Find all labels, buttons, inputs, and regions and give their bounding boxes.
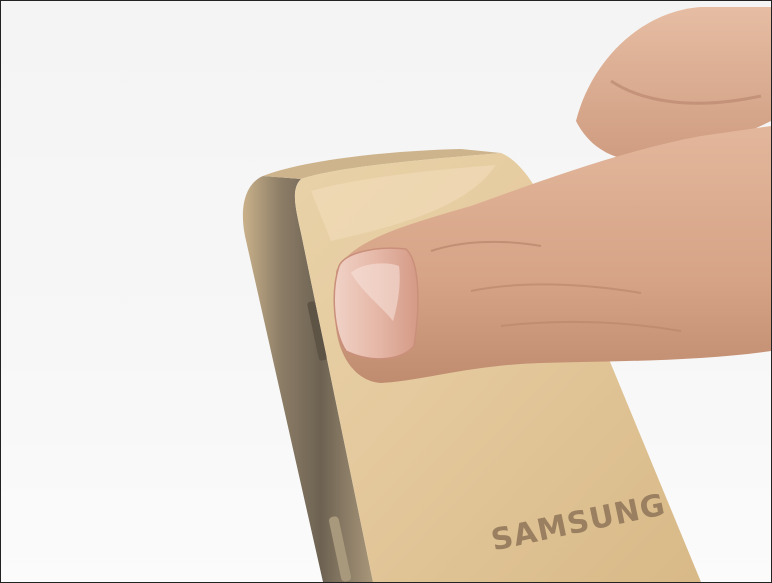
- photo-scene: SAMSUNG: [242, 7, 771, 582]
- photo-frame: SAMSUNG: [0, 0, 772, 583]
